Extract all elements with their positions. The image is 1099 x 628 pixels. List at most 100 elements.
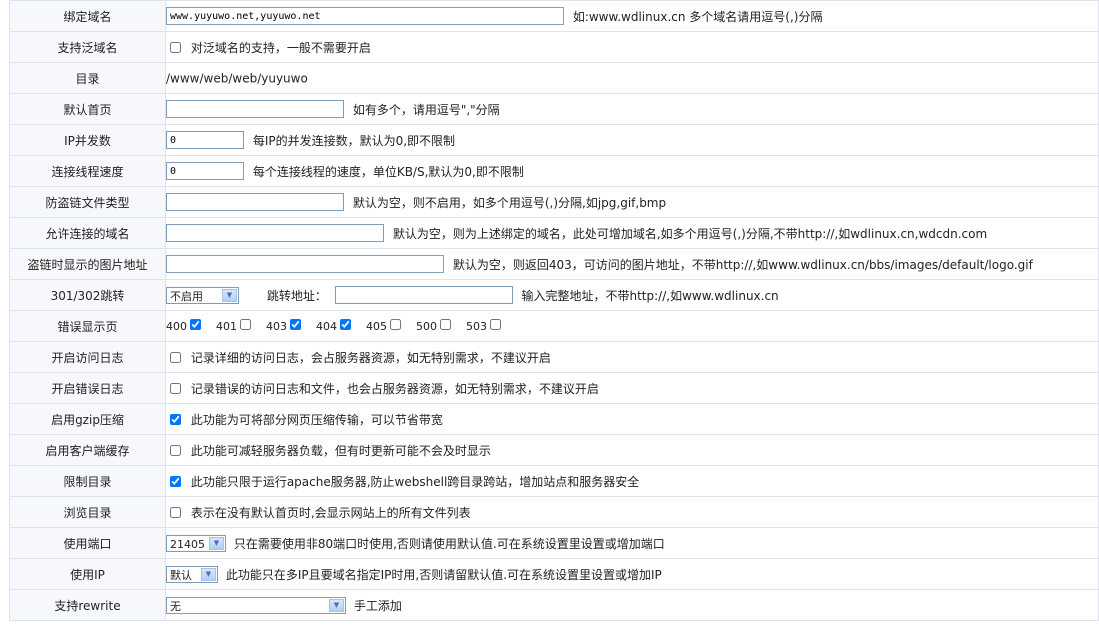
chevron-down-icon: ▼ (329, 598, 344, 612)
label-hotlink-image: 盗链时显示的图片地址 (9, 248, 166, 280)
label-domain: 绑定域名 (9, 0, 166, 32)
label-ip: 使用IP (9, 558, 166, 590)
redirect-select[interactable]: 不启用 ▼ (166, 286, 239, 304)
rewrite-select-value: 无 (170, 599, 181, 613)
error-400-checkbox[interactable] (190, 319, 201, 331)
client-cache-hint: 此功能可减轻服务器负载，但有时更新可能不会及时显示 (190, 443, 491, 458)
row-restrict-dir: 限制目录 此功能只限于运行apache服务器,防止webshell跨目录跨站，增… (9, 465, 1099, 497)
error-code-401: 401 (216, 319, 237, 333)
restrict-dir-hint: 此功能只限于运行apache服务器,防止webshell跨目录跨站，增加站点和服… (190, 474, 640, 489)
error-code-500: 500 (416, 319, 437, 333)
label-gzip: 启用gzip压缩 (9, 403, 166, 435)
default-page-hint: 如有多个，请用逗号","分隔 (352, 102, 500, 117)
row-error-log: 开启错误日志 记录错误的访问日志和文件，也会占服务器资源，如无特别需求，不建议开… (9, 372, 1099, 404)
row-hotlink-types: 防盗链文件类型 默认为空，则不启用，如多个用逗号(,)分隔,如jpg,gif,b… (9, 186, 1099, 218)
ip-select-value: 默认 (170, 568, 192, 582)
ip-select[interactable]: 默认 ▼ (166, 565, 218, 583)
port-hint: 只在需要使用非80端口时使用,否则请使用默认值.可在系统设置里设置或增加端口 (233, 536, 665, 551)
label-hotlink-types: 防盗链文件类型 (9, 186, 166, 218)
row-redirect: 301/302跳转 不启用 ▼ 跳转地址： 输入完整地址，不带http://,如… (9, 279, 1099, 311)
redirect-address-label: 跳转地址： (266, 288, 327, 303)
directory-path: /www/web/web/yuyuwo (166, 71, 308, 86)
row-access-log: 开启访问日志 记录详细的访问日志，会占服务器资源，如无特别需求，不建议开启 (9, 341, 1099, 373)
access-log-checkbox[interactable] (170, 351, 181, 363)
redirect-hint: 输入完整地址，不带http://,如www.wdlinux.cn (521, 288, 779, 303)
chevron-down-icon: ▼ (222, 288, 237, 302)
domain-hint: 如:www.wdlinux.cn 多个域名请用逗号(,)分隔 (572, 9, 823, 24)
label-default-page: 默认首页 (9, 93, 166, 125)
ip-concurrency-input[interactable] (166, 131, 244, 149)
ip-concurrency-hint: 每IP的并发连接数，默认为0,即不限制 (252, 133, 456, 148)
error-503-checkbox[interactable] (490, 319, 501, 331)
hotlink-image-hint: 默认为空，则返回403，可访问的图片地址，不带http://,如www.wdli… (452, 257, 1033, 272)
access-log-hint: 记录详细的访问日志，会占服务器资源，如无特别需求，不建议开启 (190, 350, 551, 365)
label-access-log: 开启访问日志 (9, 341, 166, 373)
row-hotlink-image: 盗链时显示的图片地址 默认为空，则返回403，可访问的图片地址，不带http:/… (9, 248, 1099, 280)
label-port: 使用端口 (9, 527, 166, 559)
wildcard-hint: 对泛域名的支持，一般不需要开启 (190, 40, 371, 55)
hotlink-types-hint: 默认为空，则不启用，如多个用逗号(,)分隔,如jpg,gif,bmp (352, 195, 667, 210)
error-404-checkbox[interactable] (340, 319, 351, 331)
error-code-503: 503 (466, 319, 487, 333)
error-code-400: 400 (166, 319, 188, 333)
label-redirect: 301/302跳转 (9, 279, 166, 311)
thread-speed-hint: 每个连接线程的速度，单位KB/S,默认为0,即不限制 (252, 164, 524, 179)
error-401-checkbox[interactable] (240, 319, 251, 331)
allowed-domains-input[interactable] (166, 224, 384, 242)
row-allowed-domains: 允许连接的域名 默认为空，则为上述绑定的域名，此处可增加域名,如多个用逗号(,)… (9, 217, 1099, 249)
error-403-checkbox[interactable] (290, 319, 301, 331)
thread-speed-input[interactable] (166, 162, 244, 180)
label-directory: 目录 (9, 62, 166, 94)
label-error-log: 开启错误日志 (9, 372, 166, 404)
row-thread-speed: 连接线程速度 每个连接线程的速度，单位KB/S,默认为0,即不限制 (9, 155, 1099, 187)
rewrite-select[interactable]: 无 ▼ (166, 596, 346, 614)
label-wildcard: 支持泛域名 (9, 31, 166, 63)
row-error-pages: 错误显示页 400 401 403 404 405 500 503 (9, 310, 1099, 342)
error-code-404: 404 (316, 319, 337, 333)
row-wildcard: 支持泛域名 对泛域名的支持，一般不需要开启 (9, 31, 1099, 63)
row-domain: 绑定域名 如:www.wdlinux.cn 多个域名请用逗号(,)分隔 (9, 0, 1099, 32)
domain-input[interactable] (166, 7, 564, 25)
label-ip-concurrency: IP并发数 (9, 124, 166, 156)
allowed-domains-hint: 默认为空，则为上述绑定的域名，此处可增加域名,如多个用逗号(,)分隔,不带htt… (392, 226, 988, 241)
hotlink-types-input[interactable] (166, 193, 344, 211)
browse-dir-hint: 表示在没有默认首页时,会显示网站上的所有文件列表 (190, 505, 471, 520)
redirect-select-value: 不启用 (170, 289, 203, 303)
row-rewrite: 支持rewrite 无 ▼ 手工添加 (9, 589, 1099, 621)
label-error-pages: 错误显示页 (9, 310, 166, 342)
error-405-checkbox[interactable] (390, 319, 401, 331)
wildcard-checkbox[interactable] (170, 41, 181, 53)
row-default-page: 默认首页 如有多个，请用逗号","分隔 (9, 93, 1099, 125)
port-select-value: 21405 (170, 537, 205, 551)
error-log-hint: 记录错误的访问日志和文件，也会占服务器资源，如无特别需求，不建议开启 (190, 381, 599, 396)
rewrite-hint: 手工添加 (353, 598, 402, 613)
label-browse-dir: 浏览目录 (9, 496, 166, 528)
redirect-address-input[interactable] (334, 286, 513, 304)
ip-hint: 此功能只在多IP且要域名指定IP时用,否则请留默认值.可在系统设置里设置或增加I… (225, 567, 662, 582)
gzip-hint: 此功能为可将部分网页压缩传输，可以节省带宽 (190, 412, 443, 427)
site-settings-form: 绑定域名 如:www.wdlinux.cn 多个域名请用逗号(,)分隔 支持泛域… (9, 0, 1099, 621)
label-thread-speed: 连接线程速度 (9, 155, 166, 187)
error-500-checkbox[interactable] (440, 319, 451, 331)
browse-dir-checkbox[interactable] (170, 506, 181, 518)
label-client-cache: 启用客户端缓存 (9, 434, 166, 466)
default-page-input[interactable] (166, 100, 344, 118)
hotlink-image-input[interactable] (166, 255, 444, 273)
row-ip-concurrency: IP并发数 每IP的并发连接数，默认为0,即不限制 (9, 124, 1099, 156)
label-rewrite: 支持rewrite (9, 589, 166, 621)
row-gzip: 启用gzip压缩 此功能为可将部分网页压缩传输，可以节省带宽 (9, 403, 1099, 435)
error-pages-group: 400 401 403 404 405 500 503 (165, 310, 1099, 342)
error-code-403: 403 (266, 319, 287, 333)
chevron-down-icon: ▼ (209, 536, 224, 550)
label-restrict-dir: 限制目录 (9, 465, 166, 497)
gzip-checkbox[interactable] (170, 413, 181, 425)
client-cache-checkbox[interactable] (170, 444, 181, 456)
row-directory: 目录 /www/web/web/yuyuwo (9, 62, 1099, 94)
restrict-dir-checkbox[interactable] (170, 475, 181, 487)
row-port: 使用端口 21405 ▼ 只在需要使用非80端口时使用,否则请使用默认值.可在系… (9, 527, 1099, 559)
chevron-down-icon: ▼ (201, 567, 216, 581)
error-log-checkbox[interactable] (170, 382, 181, 394)
row-client-cache: 启用客户端缓存 此功能可减轻服务器负载，但有时更新可能不会及时显示 (9, 434, 1099, 466)
port-select[interactable]: 21405 ▼ (166, 534, 226, 552)
row-ip: 使用IP 默认 ▼ 此功能只在多IP且要域名指定IP时用,否则请留默认值.可在系… (9, 558, 1099, 590)
